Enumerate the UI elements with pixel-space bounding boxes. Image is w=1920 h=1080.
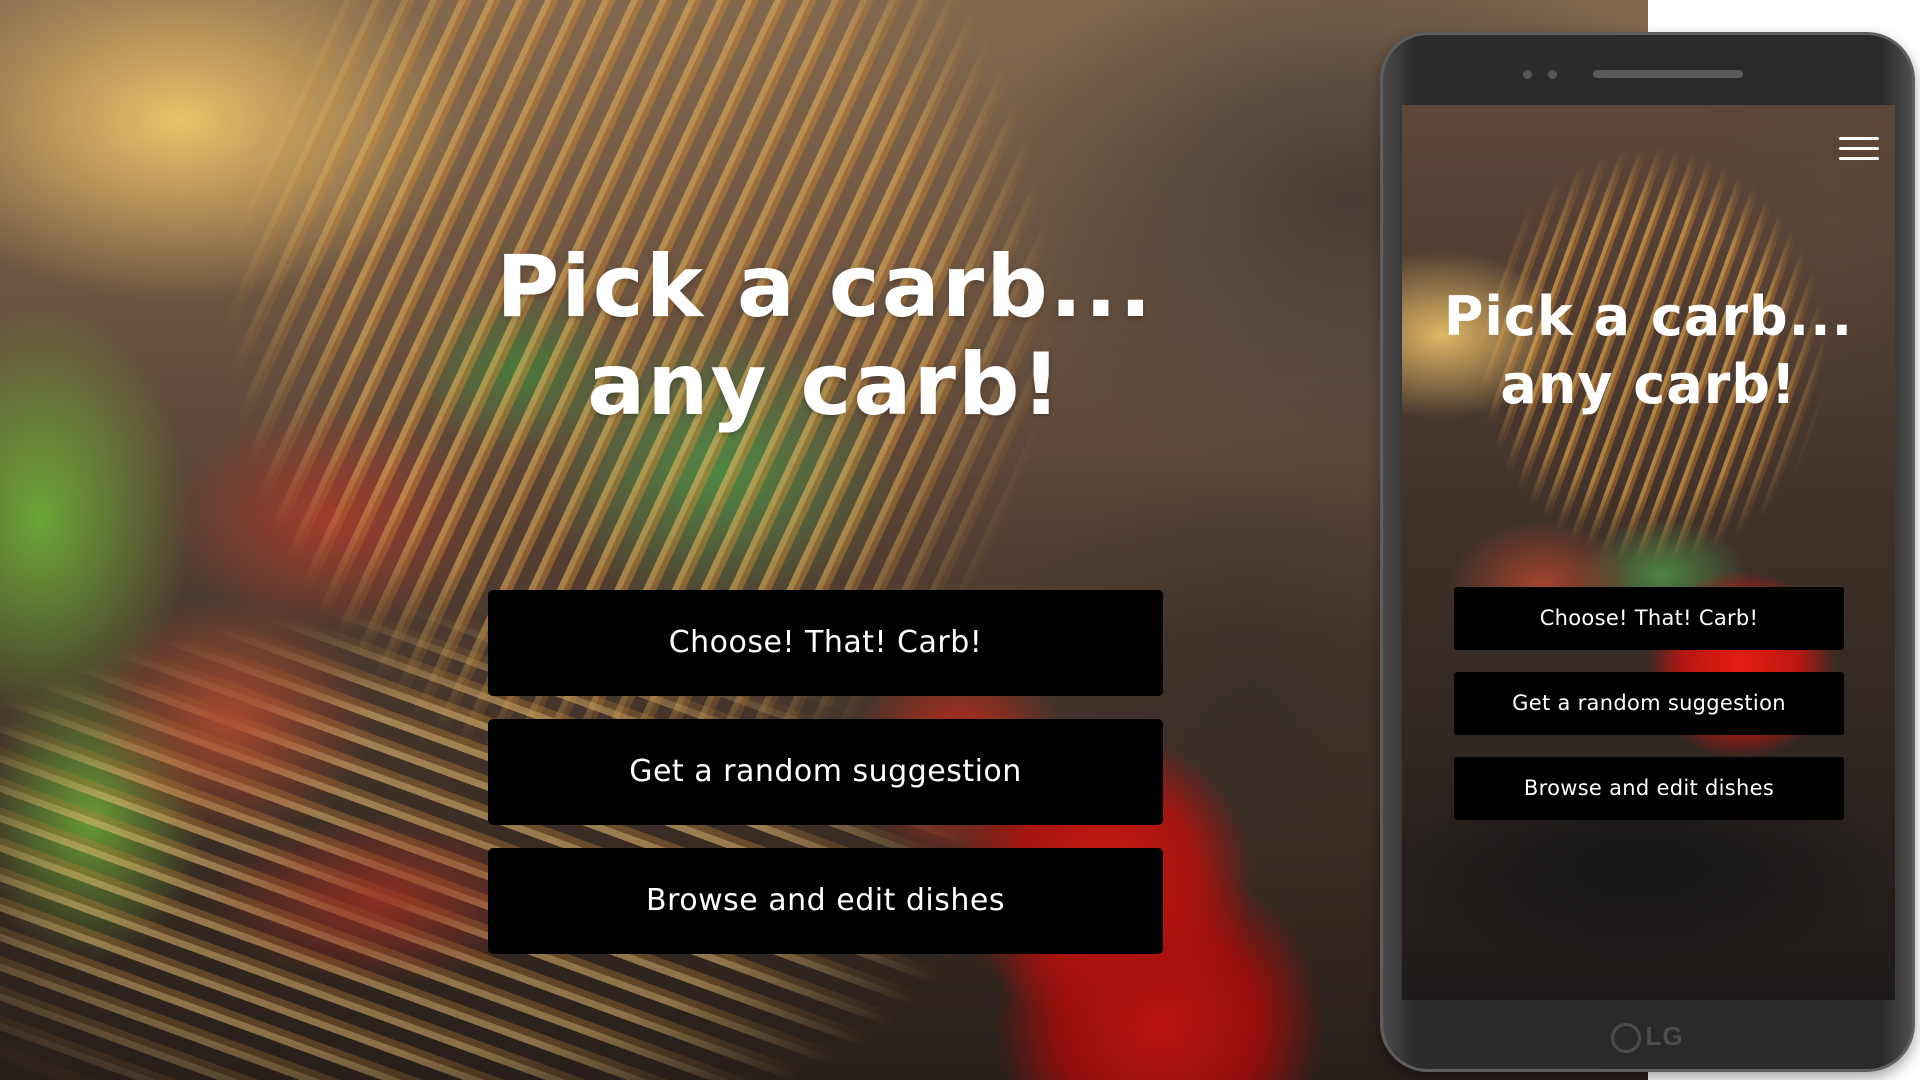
lg-logo-icon	[1611, 1023, 1642, 1054]
mobile-title-line-1: Pick a carb...	[1443, 285, 1854, 348]
random-suggestion-button[interactable]: Get a random suggestion	[488, 719, 1163, 825]
mobile-bowl-shape	[1402, 105, 1895, 1000]
mockup-stage: Pick a carb... any carb! Choose! That! C…	[0, 0, 1920, 1080]
phone-sensor-icon	[1548, 70, 1557, 79]
choose-carb-button[interactable]: Choose! That! Carb!	[488, 590, 1163, 696]
phone-top-bezel	[1383, 35, 1912, 105]
mobile-screen: Pick a carb... any carb! Choose! That! C…	[1402, 105, 1895, 1000]
phone-brand-logo: LG	[1383, 1021, 1912, 1054]
phone-bottom-bezel: LG	[1383, 999, 1912, 1069]
phone-mockup: Pick a carb... any carb! Choose! That! C…	[1380, 32, 1915, 1072]
hero-title: Pick a carb... any carb!	[365, 238, 1285, 434]
hero-title-line-1: Pick a carb...	[496, 237, 1154, 337]
browse-dishes-button[interactable]: Browse and edit dishes	[488, 848, 1163, 954]
hamburger-menu-icon[interactable]	[1839, 137, 1879, 161]
mobile-choose-carb-button[interactable]: Choose! That! Carb!	[1454, 587, 1844, 650]
desktop-button-stack: Choose! That! Carb! Get a random suggest…	[488, 590, 1163, 977]
mobile-title-line-2: any carb!	[1500, 353, 1797, 416]
hero-title-line-2: any carb!	[587, 335, 1063, 435]
mobile-random-suggestion-button[interactable]: Get a random suggestion	[1454, 672, 1844, 735]
mobile-hero-title: Pick a carb... any carb!	[1402, 283, 1895, 419]
mobile-button-stack: Choose! That! Carb! Get a random suggest…	[1454, 587, 1844, 842]
phone-camera-icon	[1523, 70, 1532, 79]
mobile-browse-dishes-button[interactable]: Browse and edit dishes	[1454, 757, 1844, 820]
phone-speaker-grille	[1593, 70, 1743, 78]
phone-brand-text: LG	[1645, 1021, 1684, 1051]
